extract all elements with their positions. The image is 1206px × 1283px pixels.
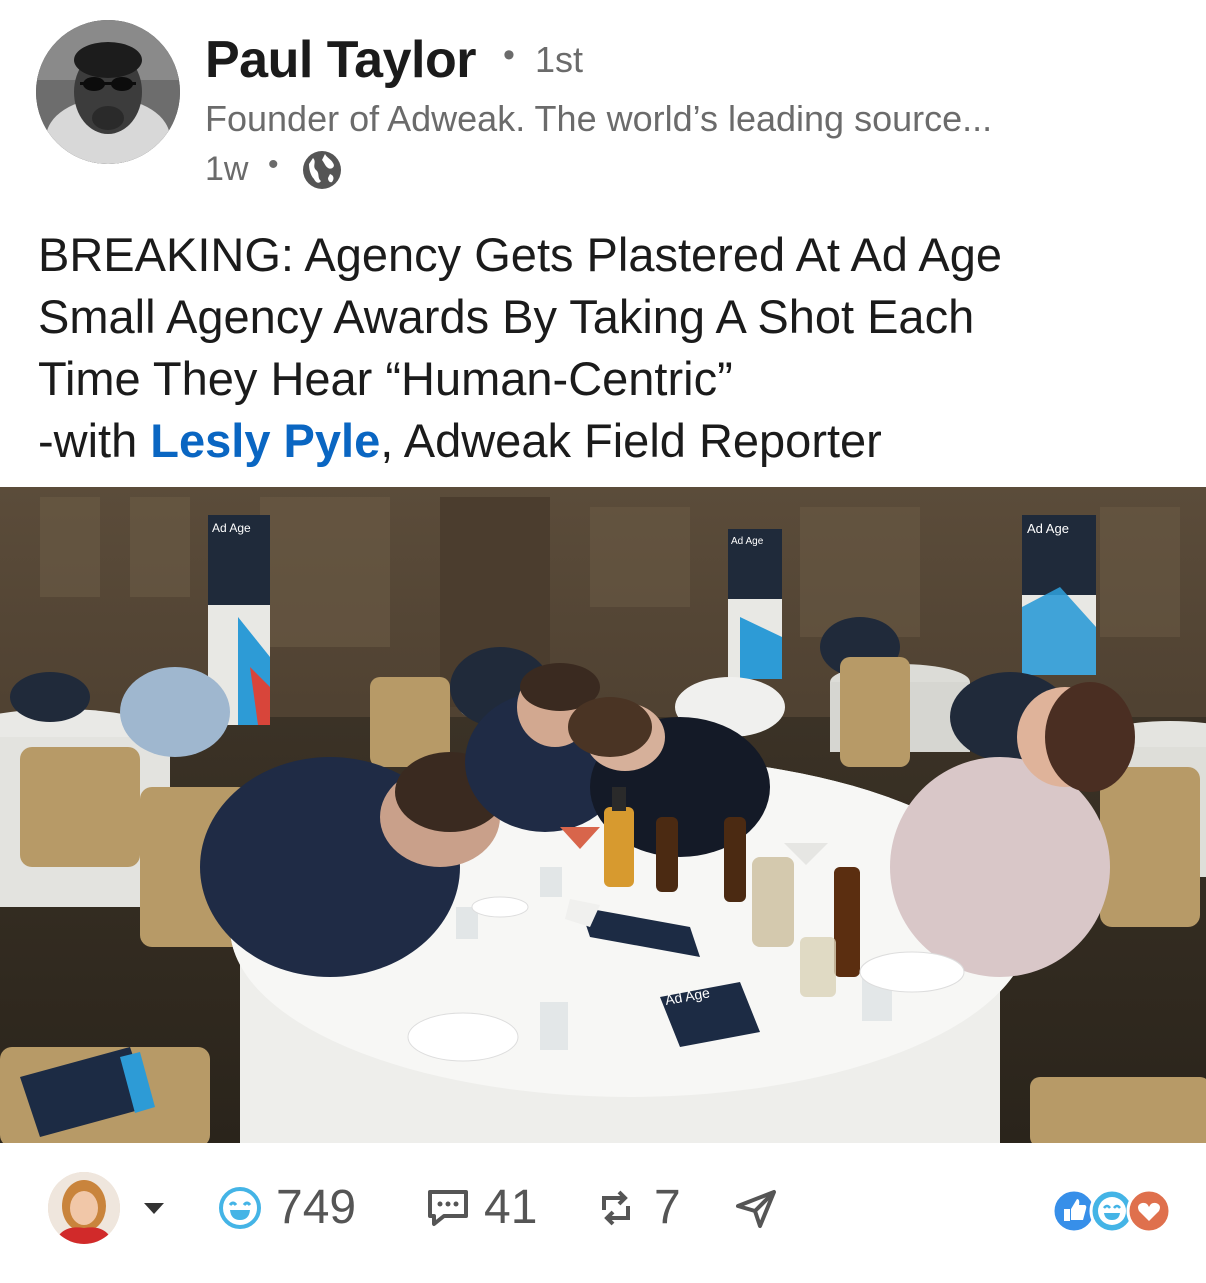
send-icon xyxy=(736,1190,776,1228)
post-line-with: -with Lesly Pyle, Adweak Field Reporter xyxy=(38,410,1168,472)
post-line: BREAKING: Agency Gets Plastered At Ad Ag… xyxy=(38,228,1003,281)
reposts-count: 7 xyxy=(654,1181,681,1234)
chevron-down-icon[interactable] xyxy=(144,1203,164,1214)
comments-count: 41 xyxy=(484,1181,538,1234)
post-line: Small Agency Awards By Taking A Shot Eac… xyxy=(38,290,975,343)
author-avatar[interactable] xyxy=(36,20,180,164)
connection-degree: 1st xyxy=(535,39,584,80)
banner-text: Ad Age xyxy=(212,521,251,535)
comment-icon xyxy=(428,1190,468,1226)
author-headline: Founder of Adweak. The world’s leading s… xyxy=(205,98,993,139)
reaction-summary[interactable] xyxy=(1052,1187,1172,1235)
adage-banner: Ad Age xyxy=(728,529,782,679)
adage-banner: Ad Age xyxy=(1022,515,1096,675)
post-header: Paul Taylor • 1st Founder of Adweak. The… xyxy=(0,0,1206,200)
banner-text: Ad Age xyxy=(731,536,764,547)
globe-icon xyxy=(303,151,341,189)
funny-icon xyxy=(219,1187,261,1229)
separator-dot: • xyxy=(503,36,515,74)
post-photo[interactable]: Ad Age Ad Age Ad Age Ad Age xyxy=(0,487,1206,1143)
reactions-count: 749 xyxy=(276,1181,357,1234)
post-line: Time They Hear “Human-Centric” xyxy=(38,352,733,405)
author-name[interactable]: Paul Taylor xyxy=(205,30,476,90)
with-prefix: -with xyxy=(38,414,151,467)
mention-link[interactable]: Lesly Pyle xyxy=(150,414,380,467)
post-text: BREAKING: Agency Gets Plastered At Ad Ag… xyxy=(38,224,1168,472)
with-suffix: , Adweak Field Reporter xyxy=(380,414,882,467)
love-icon xyxy=(1126,1188,1172,1234)
banner-text: Ad Age xyxy=(1027,521,1069,536)
post-time: 1w xyxy=(205,150,249,188)
viewer-avatar[interactable] xyxy=(48,1172,120,1244)
repost-icon xyxy=(602,1190,630,1226)
separator-dot: • xyxy=(268,148,279,181)
like-icon xyxy=(1052,1188,1097,1234)
